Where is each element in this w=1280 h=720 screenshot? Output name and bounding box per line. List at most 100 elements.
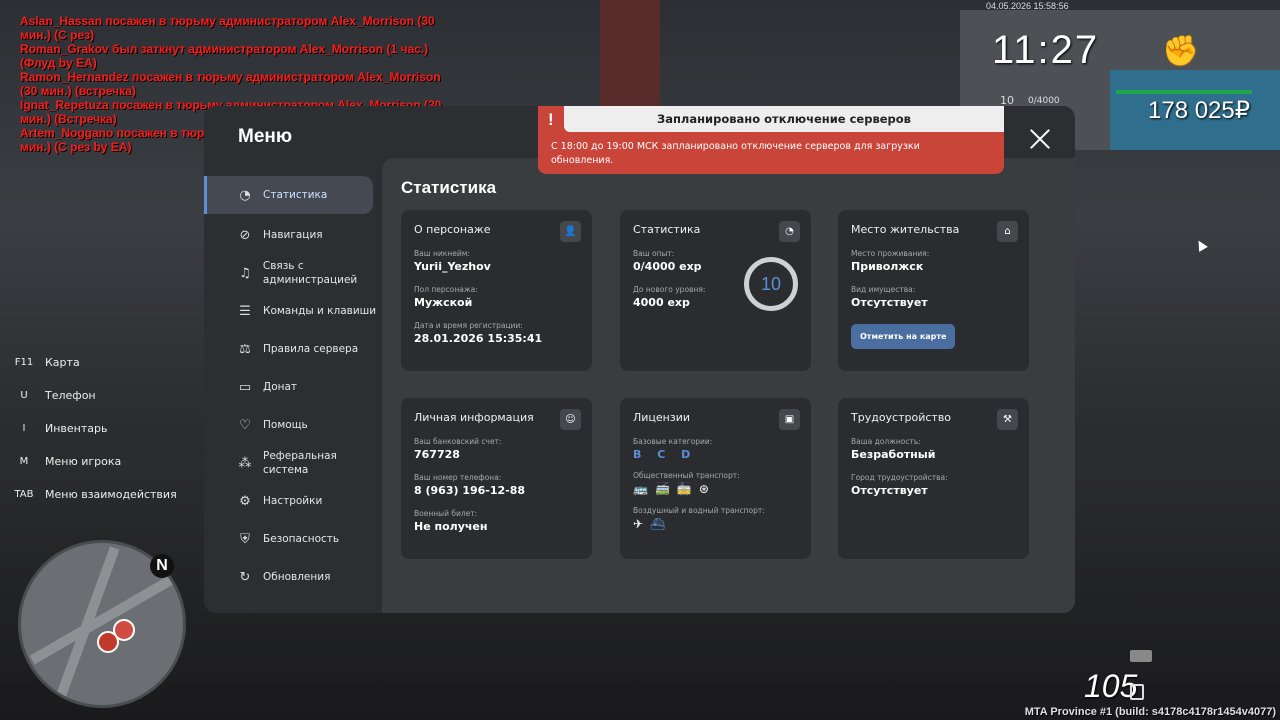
license-categories: B C D: [633, 448, 697, 461]
mark-on-map-button[interactable]: Отметить на карте: [851, 324, 956, 349]
hotkey-key: I: [22, 423, 26, 434]
main-menu: Меню ◔ Статистика ⊘ Навигация ♫ Связь с …: [204, 106, 1075, 613]
card-title: Личная информация: [414, 411, 534, 424]
sidebar-item-donate[interactable]: ▭ Донат: [204, 368, 382, 406]
airplane-icon: ✈: [633, 517, 644, 531]
card-title: Лицензии: [633, 411, 691, 424]
hotkey-key: TAB: [14, 489, 34, 500]
field-label: Ваш никнейм:: [414, 249, 470, 258]
bus-icon: 🚌: [633, 482, 648, 496]
field-label: Ваш банковский счет:: [414, 437, 502, 446]
sidebar-item-security[interactable]: ⛨ Безопасность: [204, 520, 382, 558]
refresh-icon: ↻: [239, 569, 251, 585]
hotkey-key: U: [20, 390, 28, 401]
headset-icon: ♫: [239, 265, 251, 281]
military-id-value: Не получен: [414, 520, 488, 533]
hud-xp-bar: [1116, 90, 1252, 94]
sidebar-item-rules[interactable]: ⚖ Правила сервера: [204, 330, 382, 368]
hotkey-label: Меню взаимодействия: [45, 488, 177, 501]
sidebar-item-label: Правила сервера: [263, 343, 359, 355]
heart-hand-icon: ♡: [239, 417, 251, 433]
field-label: Дата и время регистрации:: [414, 321, 523, 330]
fuel-icon: [1130, 684, 1144, 700]
menu-sidebar: ◔ Статистика ⊘ Навигация ♫ Связь с админ…: [204, 176, 382, 596]
hotkey-list: F11 Карта U Телефон I Инвентарь M Меню и…: [10, 346, 210, 511]
sidebar-item-help[interactable]: ♡ Помощь: [204, 406, 382, 444]
sidebar-item-settings[interactable]: ⚙ Настройки: [204, 482, 382, 520]
air-water-transport-icons: ✈ ⛴: [633, 517, 798, 531]
compass-icon: ⊘: [239, 227, 251, 243]
fist-icon: ✊: [1162, 34, 1200, 69]
hotkey-interaction-menu: TAB Меню взаимодействия: [10, 478, 210, 511]
field-label: Место проживания:: [851, 249, 930, 258]
nickname-value: Yurii_Yezhov: [414, 260, 491, 273]
chat-line: Ramon_Hernandez посажен в тюрьму админис…: [20, 70, 441, 98]
sidebar-item-commands[interactable]: ☰ Команды и клавиши: [204, 292, 382, 330]
tram-icon: 🚋: [676, 482, 692, 496]
card-personal-info: ☺ Личная информация Ваш банковский счет:…: [401, 398, 592, 559]
steering-wheel-icon: ⊛: [698, 482, 709, 496]
content-panel: Статистика 👤 О персонаже Ваш никнейм: Yu…: [382, 158, 1075, 613]
background-building: [600, 0, 660, 110]
notification-text: С 18:00 до 19:00 МСК запланировано отклю…: [551, 141, 920, 166]
employment-city-value: Отсутствует: [851, 484, 928, 497]
engine-icon: [1130, 650, 1152, 662]
marker-icon: [113, 619, 135, 641]
sidebar-item-label: Реферальная система: [263, 450, 337, 476]
sidebar-item-label: Настройки: [263, 495, 323, 507]
sidebar-item-updates[interactable]: ↻ Обновления: [204, 558, 382, 596]
residence-value: Приволжск: [851, 260, 924, 273]
hotkey-map: F11 Карта: [10, 346, 210, 379]
user-icon: 👤: [560, 221, 581, 242]
network-icon: ⁂: [238, 455, 252, 471]
registration-value: 28.01.2026 15:35:41: [414, 332, 543, 345]
menu-title: Меню: [238, 126, 293, 147]
sidebar-item-label: Статистика: [263, 189, 328, 201]
home-icon: ⌂: [997, 221, 1018, 242]
public-transport-icons: 🚌 🚎 🚋 ⊛: [633, 482, 798, 496]
page-title: Статистика: [401, 178, 497, 197]
field-label: Город трудоустройства:: [851, 473, 948, 482]
sidebar-item-label: Навигация: [263, 229, 323, 241]
hud-money: 178 025₽: [1148, 97, 1251, 124]
boat-icon: ⛴: [650, 517, 666, 531]
server-shutdown-notification: ! Запланировано отключение серверов С 18…: [538, 106, 1004, 174]
gear-icon: ⚙: [239, 493, 251, 509]
card-title: Статистика: [633, 223, 701, 236]
hud-date: 04.05.2026 15:58:56: [986, 1, 1069, 11]
sidebar-item-navigation[interactable]: ⊘ Навигация: [204, 216, 382, 254]
sidebar-item-label: Помощь: [263, 419, 308, 431]
sidebar-item-referral[interactable]: ⁂ Реферальная система: [204, 444, 382, 482]
north-indicator: N: [150, 554, 174, 578]
hud-time: 11:27: [992, 28, 1100, 72]
alert-icon: !: [548, 110, 554, 129]
card-title: Трудоустройство: [851, 411, 952, 424]
sidebar-item-statistics[interactable]: ◔ Статистика: [204, 176, 373, 214]
sidebar-item-label: Обновления: [263, 571, 331, 583]
gender-value: Мужской: [414, 296, 473, 309]
wallet-icon: ▭: [238, 379, 252, 395]
card-employment: ⚒ Трудоустройство Ваша должность: Безраб…: [838, 398, 1029, 559]
hotkey-label: Телефон: [45, 389, 96, 402]
field-label: Ваш номер телефона:: [414, 473, 502, 482]
close-icon[interactable]: [1028, 128, 1052, 152]
field-label: Пол персонажа:: [414, 285, 478, 294]
card-licenses: ▣ Лицензии Базовые категории: B C D Обще…: [620, 398, 811, 559]
sidebar-item-label: Безопасность: [263, 533, 340, 545]
minimap-road: [52, 546, 120, 705]
sidebar-item-label: Донат: [263, 381, 298, 393]
card-statistics: ◔ Статистика Ваш опыт: 0/4000 exp До нов…: [620, 210, 811, 371]
mouse-cursor-icon: [1194, 238, 1208, 252]
position-value: Безработный: [851, 448, 936, 461]
field-label: Общественный транспорт:: [633, 471, 740, 480]
pie-chart-icon: ◔: [779, 221, 800, 242]
field-label: Вид имущества:: [851, 285, 916, 294]
sidebar-item-label: Связь с администрацией: [262, 260, 358, 286]
bank-account-value: 767728: [414, 448, 460, 461]
phone-value: 8 (963) 196-12-88: [414, 484, 526, 497]
sidebar-item-admin-contact[interactable]: ♫ Связь с администрацией: [204, 254, 382, 292]
chat-line: Aslan_Hassan посажен в тюрьму администра…: [20, 14, 435, 42]
card-title: О персонаже: [414, 223, 491, 236]
card-persona: 👤 О персонаже Ваш никнейм: Yurii_Yezhov …: [401, 210, 592, 371]
property-value: Отсутствует: [851, 296, 928, 309]
